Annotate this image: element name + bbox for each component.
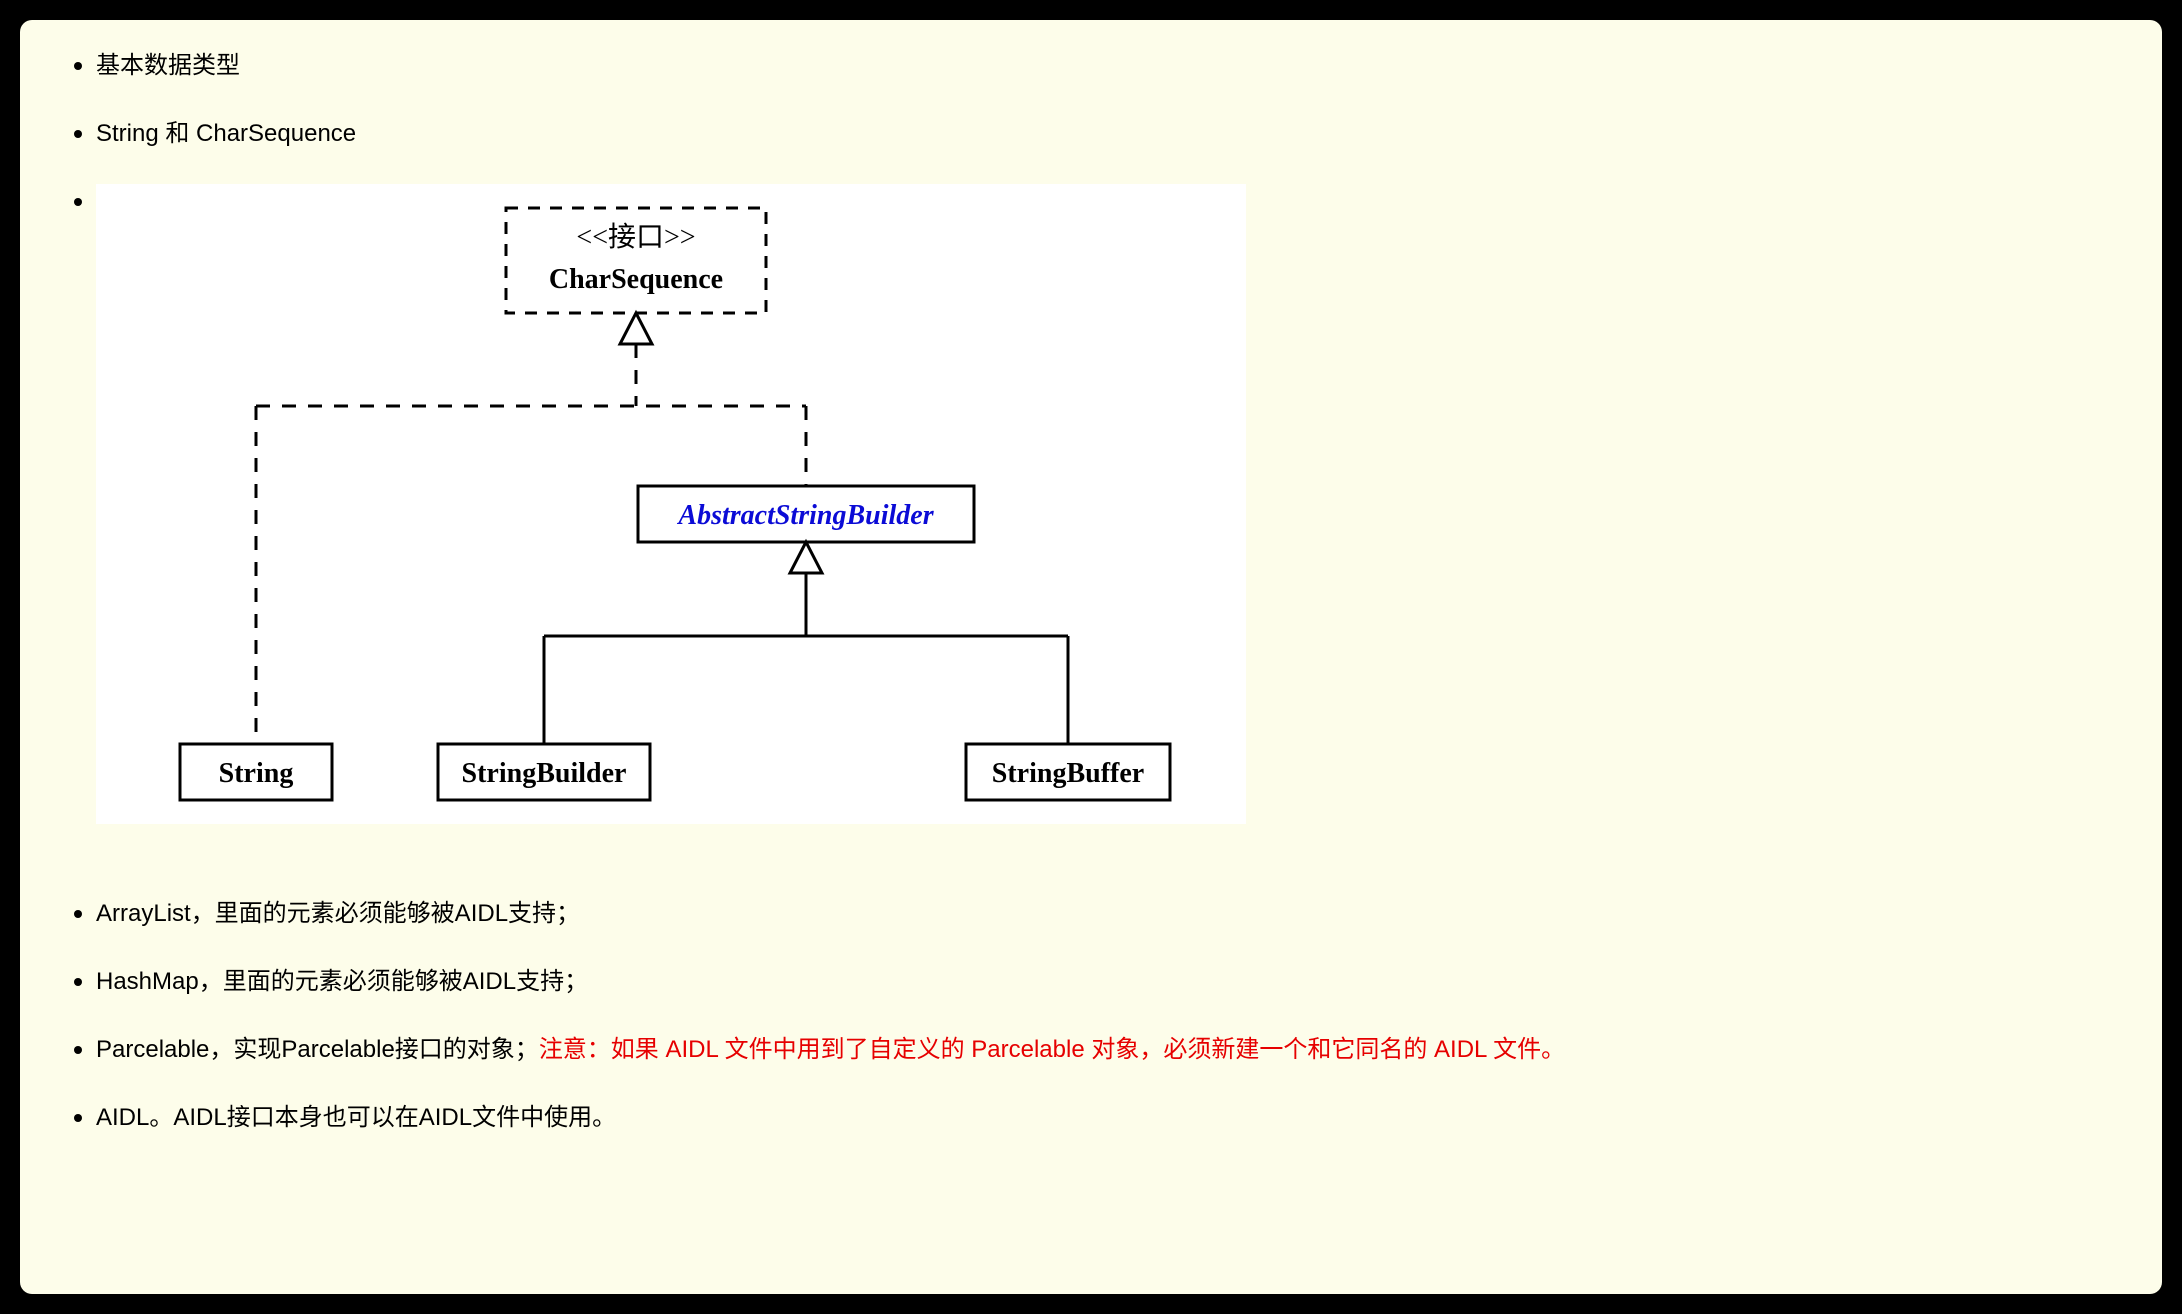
list-item: AIDL。AIDL接口本身也可以在AIDL文件中使用。 bbox=[60, 1100, 2122, 1136]
list-item: ArrayList，里面的元素必须能够被AIDL支持； bbox=[60, 896, 2122, 932]
list-item: HashMap，里面的元素必须能够被AIDL支持； bbox=[60, 964, 2122, 1000]
list-item: 基本数据类型 bbox=[60, 48, 2122, 84]
list-item-warning: 注意：如果 AIDL 文件中用到了自定义的 Parcelable 对象，必须新建… bbox=[539, 1036, 1565, 1063]
stringbuilder-label: StringBuilder bbox=[462, 758, 627, 789]
arrowhead-icon bbox=[790, 542, 822, 573]
list-item-text: ArrayList，里面的元素必须能够被AIDL支持； bbox=[96, 900, 580, 927]
bullet-list: 基本数据类型 String 和 CharSequence <<接口>> Char… bbox=[60, 48, 2122, 1136]
arrowhead-icon bbox=[620, 313, 652, 344]
uml-diagram: <<接口>> CharSequence AbstractStringBuilde… bbox=[96, 184, 1246, 824]
abstract-class-name: AbstractStringBuilder bbox=[676, 500, 934, 531]
list-item-text: Parcelable，实现Parcelable接口的对象； bbox=[96, 1036, 539, 1063]
list-item-text: AIDL。AIDL接口本身也可以在AIDL文件中使用。 bbox=[96, 1104, 616, 1131]
interface-name: CharSequence bbox=[549, 264, 723, 295]
list-item-text: HashMap，里面的元素必须能够被AIDL支持； bbox=[96, 968, 588, 995]
list-item-diagram: <<接口>> CharSequence AbstractStringBuilde… bbox=[60, 184, 2122, 824]
document-page: 基本数据类型 String 和 CharSequence <<接口>> Char… bbox=[20, 20, 2162, 1294]
uml-svg: <<接口>> CharSequence AbstractStringBuilde… bbox=[126, 196, 1216, 816]
string-label: String bbox=[219, 758, 294, 789]
list-item-text: String 和 CharSequence bbox=[96, 120, 356, 147]
stringbuffer-label: StringBuffer bbox=[992, 758, 1144, 789]
list-item: Parcelable，实现Parcelable接口的对象；注意：如果 AIDL … bbox=[60, 1032, 2122, 1068]
list-item: String 和 CharSequence bbox=[60, 116, 2122, 152]
stereotype-label: <<接口>> bbox=[576, 221, 695, 253]
list-item-text: 基本数据类型 bbox=[96, 52, 240, 79]
spacer bbox=[60, 856, 2122, 896]
